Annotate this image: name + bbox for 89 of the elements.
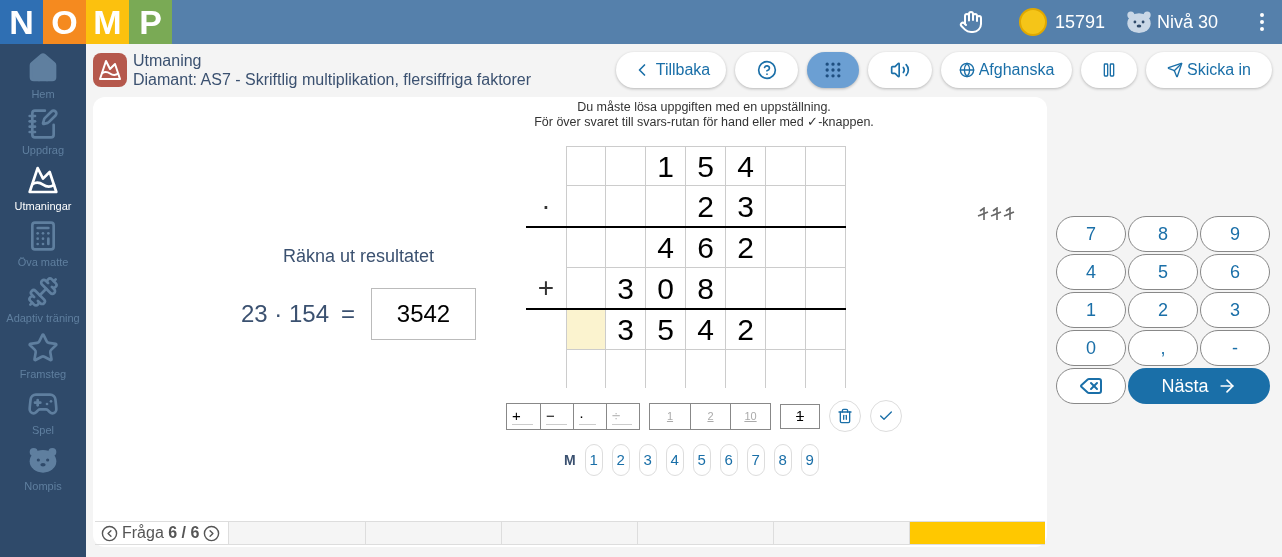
- previous-icon[interactable]: [101, 524, 118, 542]
- task-title: Diamant: AS7 - Skriftlig multiplikation, flersiffriga faktorer: [133, 70, 532, 89]
- coin-icon: [1018, 8, 1047, 36]
- coin-count: 15791: [1054, 11, 1105, 34]
- operator-tool[interactable]: ·: [573, 403, 606, 429]
- memory-label: M: [564, 450, 576, 470]
- next-icon[interactable]: [203, 524, 221, 542]
- keypad-button[interactable]: [807, 52, 859, 88]
- grid-cell[interactable]: 2: [726, 228, 766, 268]
- level-label: Nivå 30: [1156, 11, 1218, 34]
- keypad-icon: [823, 60, 843, 80]
- question-counter: Fråga 6 / 6: [122, 523, 200, 543]
- hand-icon[interactable]: [958, 10, 983, 34]
- grid-cell[interactable]: [566, 146, 606, 186]
- answer-field[interactable]: 3542: [371, 288, 476, 340]
- logo-letter: N: [0, 0, 43, 44]
- keypad-key[interactable]: 5: [1128, 254, 1198, 290]
- keypad-key[interactable]: 3: [1200, 292, 1270, 328]
- keypad-key[interactable]: 1: [1056, 292, 1126, 328]
- sidebar-item[interactable]: Utmaningar: [0, 164, 86, 220]
- dumbbell-icon: [27, 276, 59, 308]
- notebook-pen-icon: [27, 108, 59, 140]
- grid-cell[interactable]: 1: [646, 146, 686, 186]
- task-prompt: Räkna ut resultatet: [282, 245, 434, 268]
- pause-button[interactable]: [1081, 52, 1137, 88]
- equals-sign: =: [341, 299, 355, 329]
- grid-cell[interactable]: [806, 146, 846, 186]
- progress-segment[interactable]: [364, 522, 501, 544]
- keypad-key[interactable]: 2: [1128, 292, 1198, 328]
- grid-cell[interactable]: 3: [606, 310, 646, 350]
- keypad-key[interactable]: 4: [1056, 254, 1126, 290]
- progress-segment[interactable]: [908, 522, 1046, 544]
- keypad-key[interactable]: 6: [1200, 254, 1270, 290]
- language-button[interactable]: Afghanska: [941, 52, 1072, 88]
- keypad-key[interactable]: -: [1200, 330, 1270, 366]
- globe-icon: [958, 62, 975, 78]
- trash-icon: [837, 408, 853, 424]
- grid-cell[interactable]: 5: [686, 146, 726, 186]
- grid-cell[interactable]: [766, 146, 806, 186]
- grid-cell[interactable]: [766, 228, 806, 268]
- grid-cell[interactable]: [606, 228, 646, 268]
- back-button[interactable]: Tillbaka: [616, 52, 726, 88]
- keypad-key[interactable]: 7: [1056, 216, 1126, 252]
- carry-tool[interactable]: 1: [780, 403, 820, 429]
- grid-cell[interactable]: 4: [686, 310, 726, 350]
- help-button[interactable]: [735, 52, 798, 88]
- grid-cell[interactable]: 2: [726, 310, 766, 350]
- grid-cell[interactable]: 4: [726, 146, 766, 186]
- mountain-icon: [27, 164, 59, 196]
- logo-letter: O: [43, 0, 86, 44]
- help-icon: [756, 60, 777, 80]
- progress-segment[interactable]: [228, 522, 365, 544]
- backspace-button[interactable]: [1056, 368, 1126, 404]
- carry-marks-icon: [976, 207, 1015, 221]
- grid-cell[interactable]: [806, 310, 846, 350]
- category-label: Utmaning: [133, 51, 203, 70]
- grid-cell[interactable]: [566, 228, 606, 268]
- grid-cell[interactable]: 6: [686, 228, 726, 268]
- send-icon: [1167, 62, 1183, 78]
- keypad-key[interactable]: 9: [1200, 216, 1270, 252]
- instruction-text: För över svaret till svars-rutan för hand eller med ✓-knappen.: [534, 115, 874, 130]
- operator-tool[interactable]: −: [540, 403, 573, 429]
- home-icon: [27, 52, 59, 84]
- star-icon: [27, 332, 59, 364]
- instruction-text: Du måste lösa uppgiften med en uppställning.: [577, 100, 831, 115]
- operator-sign: ·: [541, 189, 551, 223]
- logo-letter: P: [129, 0, 172, 44]
- grid-cell[interactable]: [606, 146, 646, 186]
- submit-button[interactable]: Skicka in: [1146, 52, 1272, 88]
- keypad-key[interactable]: 8: [1128, 216, 1198, 252]
- grid-cell[interactable]: [766, 310, 806, 350]
- operator-tool[interactable]: +: [507, 403, 540, 429]
- sound-button[interactable]: [868, 52, 932, 88]
- operator-sign: +: [537, 271, 555, 305]
- grid-cell[interactable]: 5: [646, 310, 686, 350]
- grid-cell[interactable]: [806, 228, 846, 268]
- keypad-key[interactable]: 0: [1056, 330, 1126, 366]
- math-expression: 23 · 154: [240, 299, 329, 329]
- keypad-key[interactable]: ,: [1128, 330, 1198, 366]
- logo-letter: M: [86, 0, 129, 44]
- speaker-icon: [890, 60, 910, 80]
- progress-segment[interactable]: [636, 522, 773, 544]
- progress-segment[interactable]: [500, 522, 637, 544]
- progress-segment[interactable]: [772, 522, 909, 544]
- next-button[interactable]: Nästa: [1128, 368, 1270, 404]
- grid-cell[interactable]: 4: [646, 228, 686, 268]
- grid-cell[interactable]: [566, 310, 606, 350]
- grid-cell[interactable]: [566, 350, 606, 388]
- pause-icon: [1101, 62, 1117, 78]
